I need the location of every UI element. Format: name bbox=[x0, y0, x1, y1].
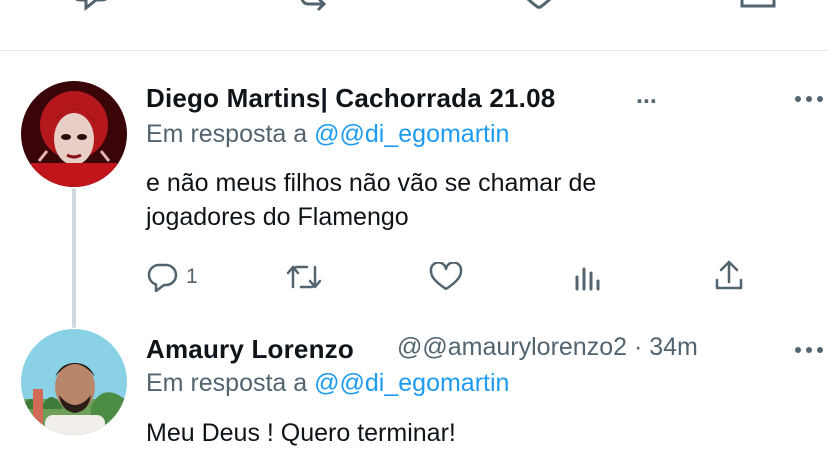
reply-icon[interactable] bbox=[146, 262, 178, 292]
author-handle-time: @@amaurylorenzo2 · 34m bbox=[397, 333, 698, 361]
avatar[interactable] bbox=[21, 329, 127, 435]
thread-line bbox=[72, 188, 76, 328]
reply-count: 1 bbox=[186, 265, 198, 288]
author-name: Amaury Lorenzo bbox=[146, 334, 354, 365]
tweet-text-line: e não meus filhos não vão se chamar de bbox=[146, 169, 597, 197]
reply-prefix: Em resposta a bbox=[146, 120, 308, 148]
reply-icon[interactable] bbox=[74, 0, 112, 18]
reply-handle-link[interactable]: @@di_egomartin bbox=[314, 369, 509, 397]
reply-prefix: Em resposta a bbox=[146, 369, 308, 397]
previous-tweet-action-bar bbox=[0, 0, 828, 51]
tweet-text-line: jogadores do Flamengo bbox=[146, 203, 409, 231]
author-name: Diego Martins| Cachorrada 21.08 bbox=[146, 83, 555, 114]
avatar[interactable] bbox=[21, 81, 127, 187]
tweet-text: e não meus filhos não vão se chamar de j… bbox=[146, 166, 786, 234]
reply-handle-link[interactable]: @@di_egomartin bbox=[314, 120, 509, 148]
like-icon[interactable] bbox=[428, 262, 464, 292]
reply-context: Em resposta a @@di_egomartin bbox=[146, 369, 509, 398]
name-truncation: ... bbox=[636, 81, 657, 109]
retweet-icon[interactable] bbox=[298, 0, 340, 16]
like-icon[interactable] bbox=[519, 0, 559, 20]
author-name-text[interactable]: Amaury Lorenzo bbox=[146, 334, 354, 364]
share-icon[interactable] bbox=[714, 260, 744, 292]
tweet-diego[interactable]: Diego Martins| Cachorrada 21.08 ... Em r… bbox=[0, 51, 828, 331]
retweet-icon[interactable] bbox=[286, 263, 322, 291]
share-icon[interactable] bbox=[738, 0, 778, 20]
more-icon[interactable] bbox=[794, 81, 824, 112]
views-icon[interactable] bbox=[574, 263, 602, 291]
tweet-text: Meu Deus ! Quero terminar! bbox=[146, 416, 786, 450]
author-name-text[interactable]: Diego Martins| Cachorrada 21.08 bbox=[146, 83, 555, 113]
tweet-amaury[interactable]: Amaury Lorenzo @@amaurylorenzo2 · 34m Em… bbox=[0, 320, 828, 463]
more-icon[interactable] bbox=[794, 332, 824, 363]
tweet-text-line: Meu Deus ! Quero terminar! bbox=[146, 419, 456, 447]
reply-context: Em resposta a @@di_egomartin bbox=[146, 120, 509, 149]
